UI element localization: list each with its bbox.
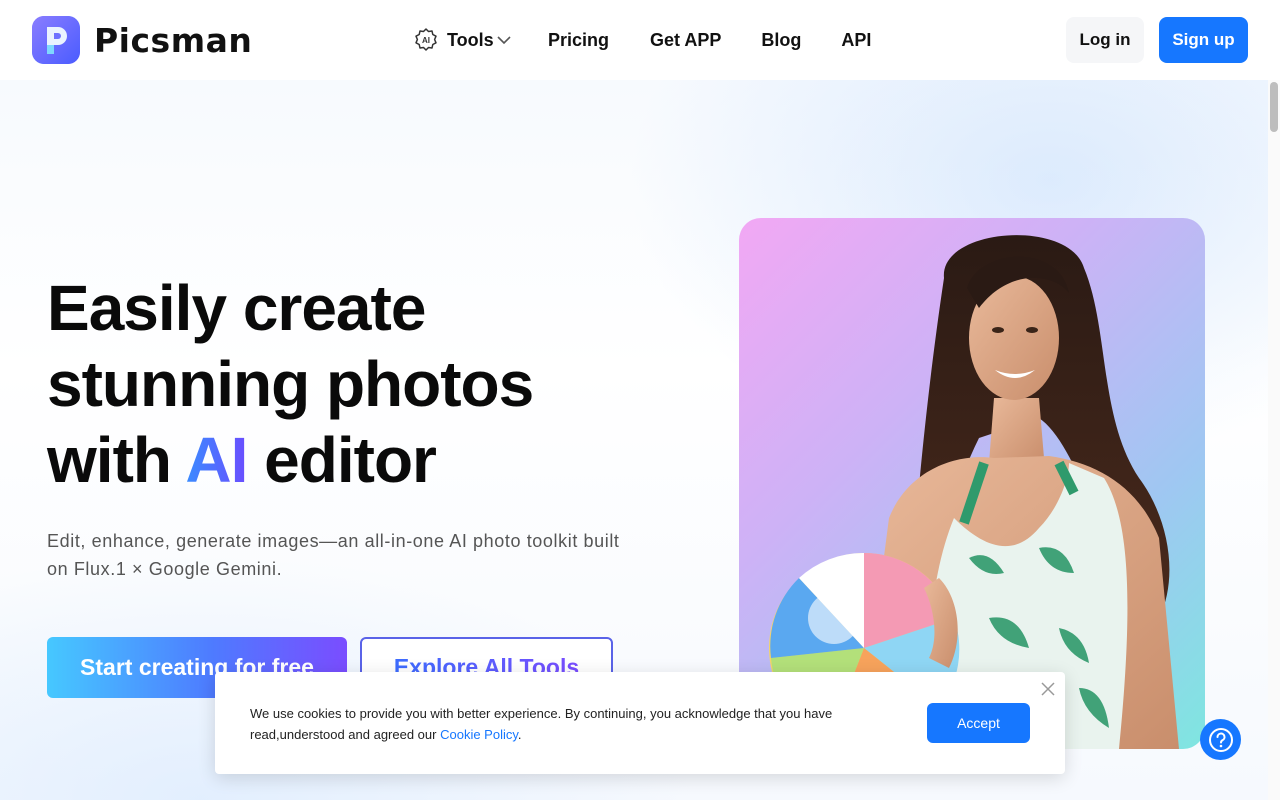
site-header: Picsman AI Tools Pricing Get APP Blog AP… <box>0 0 1280 80</box>
login-button[interactable]: Log in <box>1066 17 1144 63</box>
page-scrollbar[interactable] <box>1268 80 1280 800</box>
brand-logo[interactable]: Picsman <box>32 16 252 64</box>
nav-pricing[interactable]: Pricing <box>548 30 609 51</box>
svg-text:AI: AI <box>422 36 430 45</box>
nav-tools-label: Tools <box>447 29 494 50</box>
cookie-message: We use cookies to provide you with bette… <box>250 703 870 745</box>
nav-get-app[interactable]: Get APP <box>650 30 721 51</box>
question-icon <box>1208 727 1233 752</box>
nav-tools[interactable]: AI Tools <box>413 27 512 53</box>
hero-image <box>739 218 1205 749</box>
cookie-banner: We use cookies to provide you with bette… <box>215 672 1065 774</box>
ai-chip-icon: AI <box>415 28 437 51</box>
chevron-down-icon <box>497 36 511 45</box>
headline-line-1: Easily create <box>47 272 426 344</box>
headline-editor: editor <box>264 424 437 496</box>
headline-with: with <box>47 424 172 496</box>
cookie-message-text: We use cookies to provide you with bette… <box>250 706 833 742</box>
help-button[interactable] <box>1200 719 1241 760</box>
nav-api[interactable]: API <box>841 30 871 51</box>
brand-name: Picsman <box>94 20 253 60</box>
cookie-policy-link[interactable]: Cookie Policy <box>440 727 518 742</box>
close-icon[interactable] <box>1040 681 1056 697</box>
signup-button[interactable]: Sign up <box>1159 17 1248 63</box>
cookie-accept-button[interactable]: Accept <box>927 703 1030 743</box>
logo-icon <box>32 16 80 64</box>
headline-line-2: stunning photos <box>47 348 534 420</box>
hero-subtitle: Edit, enhance, generate images—an all-in… <box>47 531 620 579</box>
cookie-message-end: . <box>517 727 522 742</box>
nav-blog[interactable]: Blog <box>761 30 801 51</box>
main-nav: AI Tools Pricing Get APP Blog API <box>413 26 871 54</box>
scrollbar-thumb[interactable] <box>1270 82 1278 132</box>
hero-headline: Easily create stunning photos with AI ed… <box>47 270 667 498</box>
headline-ai-highlight: AI <box>185 424 248 496</box>
